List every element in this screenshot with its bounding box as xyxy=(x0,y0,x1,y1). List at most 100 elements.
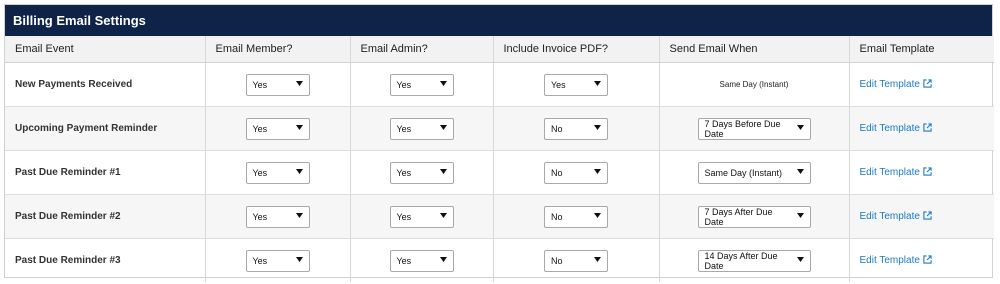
include-invoice-pdf-select[interactable]: No xyxy=(544,249,608,272)
email-event-label: Past Due Reminder #1 xyxy=(5,150,206,195)
select-value: Yes xyxy=(252,79,268,90)
select-value: Yes xyxy=(396,255,412,266)
send-when-cell: 7 Days After Due Date xyxy=(659,194,850,239)
table-row: Upcoming Payment Reminder Yes Yes No 7 Days … xyxy=(5,106,994,151)
send-email-when-select[interactable]: 7 Days Before Due Date xyxy=(697,117,811,140)
email-template-cell: Edit Template xyxy=(849,150,994,195)
edit-template-label: Edit Template xyxy=(859,211,920,222)
caret-down-icon xyxy=(439,213,447,220)
column-header-email-admin: Email Admin? xyxy=(350,36,494,63)
caret-down-icon xyxy=(295,81,303,88)
external-link-icon xyxy=(923,254,932,267)
email-member-cell: Yes xyxy=(205,62,351,107)
email-member-select[interactable]: Yes xyxy=(245,249,310,272)
billing-email-settings-panel: Billing Email Settings Email Event Email… xyxy=(4,4,994,282)
external-link-icon xyxy=(923,166,932,179)
email-event-label: Past Due Reminder #3 xyxy=(5,238,206,282)
caret-down-icon xyxy=(439,125,447,132)
table-header-row: Email Event Email Member? Email Admin? I… xyxy=(5,36,994,63)
include-invoice-pdf-select[interactable]: Yes xyxy=(544,73,608,96)
send-when-cell: 7 Days Before Due Date xyxy=(659,106,850,151)
email-member-cell: Yes xyxy=(205,238,351,282)
email-admin-select[interactable]: Yes xyxy=(389,73,454,96)
caret-down-icon xyxy=(439,81,447,88)
email-template-cell: Edit Template xyxy=(849,239,994,283)
send-when-cell: 14 Days After Due Date xyxy=(659,238,850,282)
edit-template-link[interactable]: Edit Template xyxy=(850,210,932,223)
caret-down-icon xyxy=(594,169,601,176)
column-header-email-event: Email Event xyxy=(5,36,206,63)
caret-down-icon xyxy=(295,257,303,264)
email-template-cell: Edit Template xyxy=(849,106,994,151)
external-link-icon xyxy=(923,210,932,223)
panel-title: Billing Email Settings xyxy=(5,5,992,36)
edit-template-link[interactable]: Edit Template xyxy=(850,254,932,267)
select-value: Yes xyxy=(396,79,412,90)
select-value: Yes xyxy=(252,211,268,222)
select-value: Yes xyxy=(252,255,268,266)
column-header-email-member: Email Member? xyxy=(205,36,351,63)
include-invoice-pdf-select[interactable]: No xyxy=(544,117,608,140)
select-value: Yes xyxy=(551,79,566,90)
email-admin-select[interactable]: Yes xyxy=(389,249,454,272)
include-invoice-pdf-select[interactable]: No xyxy=(544,161,608,184)
email-event-label: Past Due Reminder #2 xyxy=(5,194,206,239)
edit-template-link[interactable]: Edit Template xyxy=(850,78,932,91)
send-when-cell: Same Day (Instant) xyxy=(659,62,850,107)
external-link-icon xyxy=(923,122,932,135)
email-member-select[interactable]: Yes xyxy=(245,73,310,96)
caret-down-icon xyxy=(439,257,447,264)
caret-down-icon xyxy=(594,81,601,88)
email-admin-select[interactable]: Yes xyxy=(389,117,454,140)
column-header-email-template: Email Template xyxy=(849,36,994,63)
send-email-when-select[interactable]: 14 Days After Due Date xyxy=(697,249,811,272)
caret-down-icon xyxy=(796,257,804,264)
email-admin-cell: Yes xyxy=(350,194,494,239)
caret-down-icon xyxy=(796,169,804,176)
send-email-when-text: Same Day (Instant) xyxy=(719,80,789,89)
select-value: No xyxy=(551,123,563,134)
caret-down-icon xyxy=(295,125,303,132)
email-admin-cell: Yes xyxy=(350,62,494,107)
send-email-when-select[interactable]: Same Day (Instant) xyxy=(697,161,811,184)
caret-down-icon xyxy=(295,213,303,220)
caret-down-icon xyxy=(594,257,601,264)
include-pdf-cell: No xyxy=(493,106,660,151)
email-member-select[interactable]: Yes xyxy=(245,117,310,140)
select-value: No xyxy=(551,211,563,222)
caret-down-icon xyxy=(796,213,804,220)
email-member-select[interactable]: Yes xyxy=(245,205,310,228)
edit-template-link[interactable]: Edit Template xyxy=(850,166,932,179)
column-header-send-email-when: Send Email When xyxy=(659,36,850,63)
email-admin-select[interactable]: Yes xyxy=(389,205,454,228)
email-admin-cell: Yes xyxy=(350,150,494,195)
select-value: 7 Days After Due Date xyxy=(704,206,773,227)
external-link-icon xyxy=(923,78,932,91)
select-value: 7 Days Before Due Date xyxy=(704,118,781,139)
table-row: Past Due Reminder #3 Yes Yes No 14 Days Afte… xyxy=(5,238,994,283)
edit-template-label: Edit Template xyxy=(859,79,920,90)
include-invoice-pdf-select[interactable]: No xyxy=(544,205,608,228)
email-member-select[interactable]: Yes xyxy=(245,161,310,184)
send-email-when-select[interactable]: 7 Days After Due Date xyxy=(697,205,811,228)
email-event-label: Upcoming Payment Reminder xyxy=(5,106,206,151)
include-pdf-cell: No xyxy=(493,238,660,282)
table-row: New Payments Received Yes Yes Yes Same Day (… xyxy=(5,62,994,107)
email-member-cell: Yes xyxy=(205,194,351,239)
select-value: Yes xyxy=(252,123,268,134)
email-admin-cell: Yes xyxy=(350,238,494,282)
edit-template-label: Edit Template xyxy=(859,167,920,178)
edit-template-label: Edit Template xyxy=(859,255,920,266)
email-settings-table: Email Event Email Member? Email Admin? I… xyxy=(5,36,994,282)
email-admin-select[interactable]: Yes xyxy=(389,161,454,184)
edit-template-link[interactable]: Edit Template xyxy=(850,122,932,135)
email-event-label: New Payments Received xyxy=(5,62,206,107)
email-member-cell: Yes xyxy=(205,150,351,195)
edit-template-label: Edit Template xyxy=(859,123,920,134)
select-value: No xyxy=(551,167,563,178)
select-value: Yes xyxy=(396,123,412,134)
include-pdf-cell: Yes xyxy=(493,62,660,107)
table-row: Past Due Reminder #1 Yes Yes No Same Day (In… xyxy=(5,150,994,195)
caret-down-icon xyxy=(594,213,601,220)
include-pdf-cell: No xyxy=(493,194,660,239)
